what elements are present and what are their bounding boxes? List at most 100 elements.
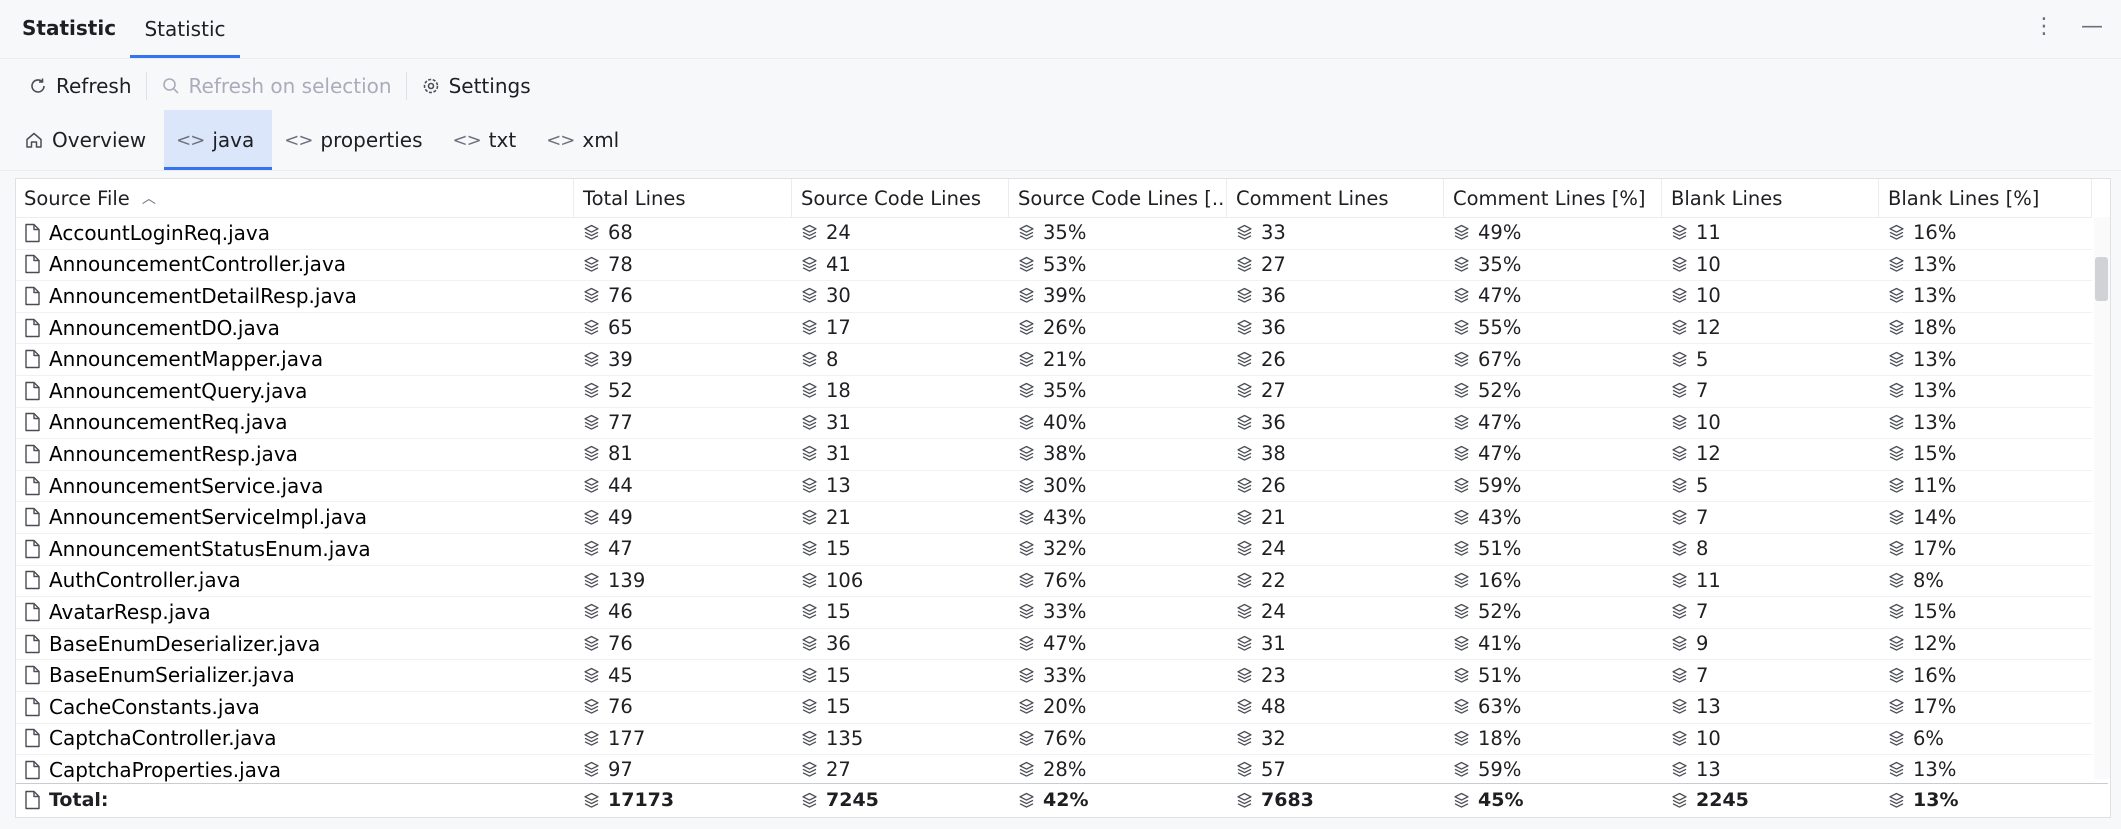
column-header-comment-lines-percent[interactable]: Comment Lines [%] <box>1444 179 1662 217</box>
stack-icon <box>1019 256 1034 272</box>
stack-icon <box>1237 762 1252 778</box>
stack-icon <box>1019 509 1034 525</box>
stack-icon <box>584 762 599 778</box>
cell-comment-lines: 26 <box>1227 470 1444 502</box>
stack-icon <box>1672 699 1687 715</box>
cell-blank-lines-percent: 12% <box>1879 628 2092 660</box>
vertical-scrollbar[interactable] <box>2094 217 2110 779</box>
cell-source-code-lines-percent: 26% <box>1009 312 1227 344</box>
cell-value: 38% <box>1043 442 1087 466</box>
cell-blank-lines-percent: 16% <box>1879 659 2092 691</box>
cell-value: 18 <box>826 379 851 403</box>
stack-icon <box>1019 730 1034 746</box>
table-row[interactable]: AnnouncementDetailResp.java 76 30 39% 36 47% 1… <box>16 280 2092 313</box>
cell-value: AnnouncementService.java <box>49 473 324 498</box>
cell-source-code-lines-percent: 76% <box>1009 565 1227 597</box>
tab-statistic[interactable]: Statistic <box>130 0 240 58</box>
table-row[interactable]: AnnouncementReq.java 77 31 40% 36 47% 10 13% <box>16 407 2092 440</box>
tab-txt[interactable]: <> txt <box>440 110 534 170</box>
column-header-total-lines[interactable]: Total Lines <box>574 179 792 217</box>
cell-comment-lines: 21 <box>1227 501 1444 533</box>
tab-properties[interactable]: <> properties <box>272 110 440 170</box>
cell-source-code-lines-percent: 33% <box>1009 596 1227 628</box>
cell-value: 18% <box>1913 316 1957 340</box>
column-header-source-code-lines[interactable]: Source Code Lines <box>792 179 1009 217</box>
cell-source-code-lines: 30 <box>792 280 1009 312</box>
cell-value: 15% <box>1913 442 1957 466</box>
stack-icon <box>1019 225 1034 241</box>
cell-value: 43% <box>1478 505 1522 529</box>
stack-icon <box>1672 604 1687 620</box>
stack-icon <box>1672 477 1687 493</box>
cell-value: 47% <box>1478 284 1522 308</box>
refresh-button[interactable]: Refresh <box>22 74 138 98</box>
table-row[interactable]: AccountLoginReq.java 68 24 35% 33 49% 11 16% <box>16 217 2092 250</box>
table-row[interactable]: AnnouncementStatusEnum.java 47 15 32% 24 51% 8… <box>16 533 2092 566</box>
stack-icon <box>1889 225 1904 241</box>
table-row[interactable]: BaseEnumSerializer.java 45 15 33% 23 51% 7 16% <box>16 659 2092 692</box>
cell-value: 35% <box>1043 379 1087 403</box>
cell-value: AnnouncementReq.java <box>49 410 288 435</box>
cell-blank-lines-percent: 14% <box>1879 501 2092 533</box>
cell-source-code-lines-percent: 42% <box>1009 784 1227 816</box>
minimize-icon[interactable]: — <box>2081 14 2103 40</box>
stack-icon <box>1454 351 1469 367</box>
stack-icon <box>584 541 599 557</box>
cell-value: 59% <box>1478 758 1522 782</box>
column-header-source-file[interactable]: Source File ︿ <box>16 179 574 217</box>
table-row[interactable]: AnnouncementController.java 78 41 53% 27 35% 1… <box>16 249 2092 282</box>
scrollbar-thumb[interactable] <box>2095 257 2108 301</box>
table-row[interactable]: AvatarResp.java 46 15 33% 24 52% 7 15% <box>16 596 2092 629</box>
stack-icon <box>1237 288 1252 304</box>
cell-value: 35% <box>1478 252 1522 276</box>
cell-value: 41% <box>1478 632 1522 656</box>
column-header-blank-lines-percent[interactable]: Blank Lines [%] <box>1879 179 2092 217</box>
refresh-on-selection-button[interactable]: Refresh on selection <box>155 74 398 98</box>
cell-comment-lines-percent: 52% <box>1444 596 1662 628</box>
table-row[interactable]: AnnouncementMapper.java 39 8 21% 26 67% 5 13% <box>16 343 2092 376</box>
cell-value: 44 <box>608 474 633 498</box>
table-row[interactable]: AnnouncementServiceImpl.java 49 21 43% 21 43%… <box>16 501 2092 534</box>
tab-label: properties <box>320 128 423 152</box>
tab-xml[interactable]: <> xml <box>534 110 637 170</box>
table-row[interactable]: AnnouncementResp.java 81 31 38% 38 47% 12 15% <box>16 438 2092 471</box>
table-row[interactable]: AuthController.java 139 106 76% 22 16% 11 8% <box>16 565 2092 598</box>
table-row[interactable]: CaptchaController.java 177 135 76% 32 18% 10 6% <box>16 723 2092 756</box>
more-options-icon[interactable]: ⋮ <box>2033 14 2055 40</box>
table-row[interactable]: CacheConstants.java 76 15 20% 48 63% 13 17% <box>16 691 2092 724</box>
cell-value: 38 <box>1261 442 1286 466</box>
cell-source-code-lines: 15 <box>792 596 1009 628</box>
cell-comment-lines-percent: 43% <box>1444 501 1662 533</box>
column-header-blank-lines[interactable]: Blank Lines <box>1662 179 1879 217</box>
cell-comment-lines-percent: 47% <box>1444 438 1662 470</box>
tab-overview[interactable]: Overview <box>12 110 164 170</box>
tab-label: txt <box>488 128 517 152</box>
tab-java[interactable]: <> java <box>164 110 273 170</box>
cell-comment-lines: 24 <box>1227 596 1444 628</box>
table-row[interactable]: AnnouncementQuery.java 52 18 35% 27 52% 7 13% <box>16 375 2092 408</box>
cell-value: Total: <box>49 789 109 811</box>
cell-value: 46 <box>608 600 633 624</box>
cell-value: 31 <box>1261 632 1286 656</box>
stack-icon <box>1237 477 1252 493</box>
cell-comment-lines-percent: 59% <box>1444 754 1662 786</box>
cell-comment-lines-percent: 51% <box>1444 659 1662 691</box>
table-row[interactable]: BaseEnumDeserializer.java 76 36 47% 31 41% 9 12… <box>16 628 2092 661</box>
table-row[interactable]: AnnouncementService.java 44 13 30% 26 59% 5 11% <box>16 470 2092 503</box>
settings-button[interactable]: Settings <box>415 74 537 98</box>
cell-total-lines: 44 <box>574 470 792 502</box>
stack-icon <box>802 477 817 493</box>
file-icon <box>25 697 40 716</box>
column-header-source-code-lines-percent[interactable]: Source Code Lines [... <box>1009 179 1227 217</box>
cell-value: 21 <box>1261 505 1286 529</box>
cell-comment-lines: 36 <box>1227 280 1444 312</box>
stack-icon <box>1672 792 1687 808</box>
stack-icon <box>1237 667 1252 683</box>
table-row[interactable]: AnnouncementDO.java 65 17 26% 36 55% 12 18% <box>16 312 2092 345</box>
stack-icon <box>1672 509 1687 525</box>
stack-icon <box>584 383 599 399</box>
cell-value: 7 <box>1696 505 1709 529</box>
cell-value: 15 <box>826 537 851 561</box>
table-row[interactable]: CaptchaProperties.java 97 27 28% 57 59% 13 13% <box>16 754 2092 787</box>
column-header-comment-lines[interactable]: Comment Lines <box>1227 179 1444 217</box>
